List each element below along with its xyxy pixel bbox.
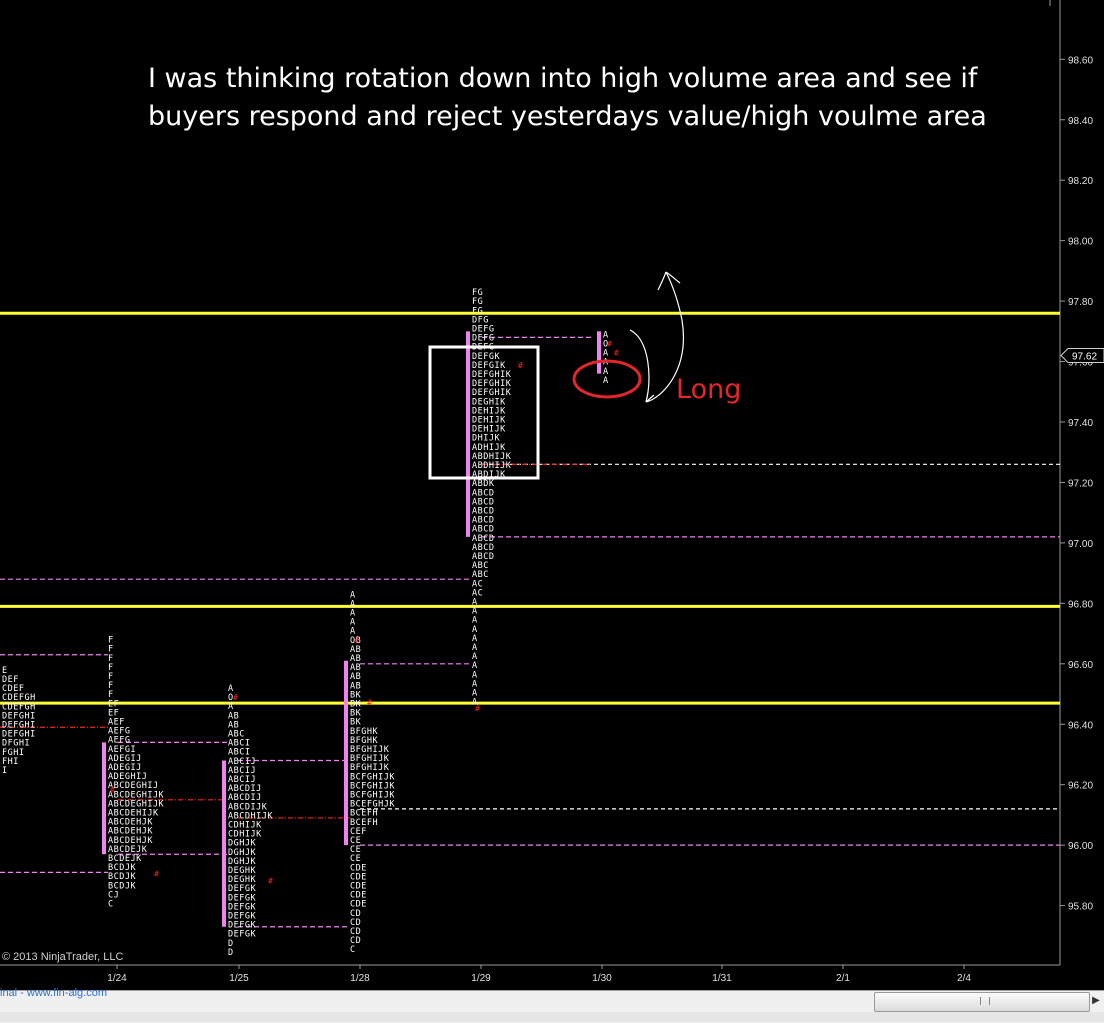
y-tick-label: 98.40 bbox=[1068, 116, 1093, 127]
x-tick-label: 1/24 bbox=[107, 973, 127, 984]
open-marker: # bbox=[518, 361, 523, 370]
y-tick-label: 98.60 bbox=[1068, 55, 1093, 66]
y-tick-label: 95.80 bbox=[1068, 902, 1093, 913]
annotation-line-1: I was thinking rotation down into high v… bbox=[148, 63, 978, 94]
open-marker: # bbox=[607, 339, 612, 348]
scroll-right-arrow-icon[interactable]: ▶ bbox=[1090, 993, 1102, 1009]
tpo-row: D bbox=[228, 948, 234, 958]
open-marker: # bbox=[233, 693, 238, 702]
open-marker: # bbox=[614, 349, 619, 358]
tpo-profile-1-23: EDEFCDEFCDEFGHCDEFGHDEFGHIDEFGHIDEFGHIDF… bbox=[2, 666, 35, 776]
x-tick-label: 1/29 bbox=[471, 973, 491, 984]
x-tick-label: 2/4 bbox=[957, 973, 971, 984]
y-tick-label: 97.20 bbox=[1068, 478, 1093, 489]
y-tick-label: 96.40 bbox=[1068, 720, 1093, 731]
tpo-profile-1-28: AAAAAOBABABABABABBKBKBKBKBFGHKBFGHKBFGHI… bbox=[350, 590, 395, 955]
long-label: Long bbox=[676, 374, 742, 405]
annotation-line-2: buyers respond and reject yesterdays val… bbox=[148, 101, 987, 132]
tpo-profile-1-25: AOAABABABCABCIABCIABCIJABCIJABCIJABCDIJA… bbox=[228, 684, 273, 958]
y-tick-label: 97.80 bbox=[1068, 297, 1093, 308]
scrollbar-grip-icon bbox=[980, 997, 990, 1005]
copyright-label: 2013 NinjaTrader, LLC bbox=[13, 951, 124, 963]
tpo-row: I bbox=[2, 766, 8, 776]
x-tick-label: 1/31 bbox=[712, 973, 732, 984]
open-marker: # bbox=[475, 704, 480, 713]
x-tick-label: 1/30 bbox=[592, 973, 612, 984]
x-tick-label: 1/28 bbox=[350, 973, 370, 984]
open-marker: # bbox=[268, 876, 273, 885]
copyright-text: © 2013 NinjaTrader, LLC bbox=[2, 951, 124, 963]
annotation-text: I was thinking rotation down into high v… bbox=[148, 60, 1008, 136]
open-marker: # bbox=[354, 636, 359, 645]
y-tick-label: 96.80 bbox=[1068, 599, 1093, 610]
y-tick-label: 98.20 bbox=[1068, 176, 1093, 187]
open-marker: # bbox=[110, 786, 115, 795]
y-tick-label: 97.40 bbox=[1068, 418, 1093, 429]
market-profile-chart: 95.80 96.00 96.20 96.40 96.60 96.80 97.00 97.20… bbox=[0, 0, 1104, 984]
y-tick-label: 97.00 bbox=[1068, 539, 1093, 550]
y-tick-label: 96.20 bbox=[1068, 781, 1093, 792]
footer-link[interactable]: inal - www.fin-alg.com bbox=[0, 987, 107, 999]
window-bottom-edge bbox=[0, 1012, 1104, 1022]
tpo-profile-1-29: FGFGFGDFGDEFGDEFGDEFGDEFGKDEFGIKDEFGHIKD… bbox=[472, 288, 511, 708]
tpo-row: C bbox=[350, 945, 356, 955]
tpo-row: C bbox=[108, 900, 114, 910]
x-tick-label: 2/1 bbox=[836, 973, 850, 984]
y-tick-label: 96.00 bbox=[1068, 841, 1093, 852]
last-price-label: 97.62 bbox=[1072, 352, 1097, 363]
x-tick-label: 1/25 bbox=[229, 973, 249, 984]
open-marker: # bbox=[154, 869, 159, 878]
tpo-row: A bbox=[603, 376, 609, 386]
y-tick-label: 96.60 bbox=[1068, 660, 1093, 671]
open-marker: # bbox=[367, 698, 372, 707]
y-tick-label: 98.00 bbox=[1068, 237, 1093, 248]
